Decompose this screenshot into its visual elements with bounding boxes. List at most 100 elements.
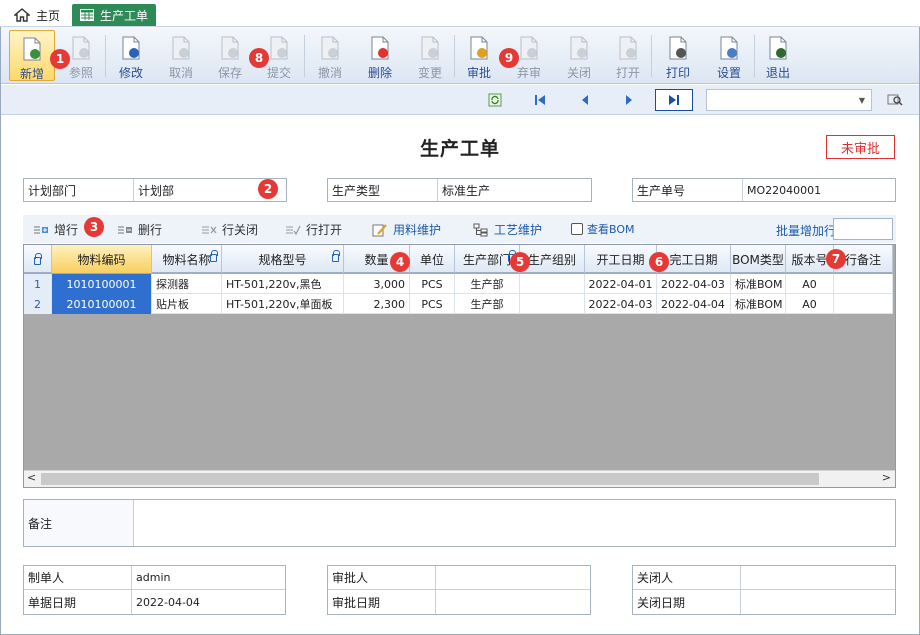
- callout-badge-5: 5: [510, 252, 530, 272]
- cell-qty[interactable]: 3,000: [344, 274, 410, 294]
- record-select[interactable]: ▼: [706, 89, 872, 111]
- cell-code[interactable]: 2010100001: [52, 294, 152, 314]
- cell-unit[interactable]: PCS: [410, 274, 455, 294]
- cell-bom[interactable]: 标准BOM: [731, 274, 786, 294]
- tab-production-order[interactable]: 生产工单: [72, 4, 157, 26]
- order-no-input[interactable]: MO22040001: [743, 179, 895, 201]
- cell-ver[interactable]: A0: [786, 294, 834, 314]
- callout-badge-9: 9: [499, 48, 519, 68]
- cell-start[interactable]: 2022-04-03: [585, 294, 657, 314]
- column-header[interactable]: 物料编码: [52, 245, 152, 273]
- row-number[interactable]: 2: [24, 294, 52, 314]
- add-row-button[interactable]: 增行: [33, 221, 78, 238]
- grid-corner-lock[interactable]: [24, 245, 52, 273]
- toolbar-button-open-doc[interactable]: 打开: [605, 30, 651, 81]
- approve-date-value: [436, 590, 590, 614]
- checkbox-box[interactable]: [571, 223, 583, 235]
- column-header[interactable]: BOM类型: [731, 245, 786, 273]
- tab-home[interactable]: 主页: [6, 4, 68, 26]
- cell-bom[interactable]: 标准BOM: [731, 294, 786, 314]
- material-maint-button[interactable]: 用料维护: [372, 221, 441, 238]
- cell-note[interactable]: [834, 274, 893, 294]
- closer-value: [741, 566, 895, 589]
- plan-dept-field: 计划部门 计划部: [23, 178, 287, 202]
- toolbar-separator: [754, 35, 755, 77]
- next-record-button[interactable]: [619, 90, 639, 110]
- material-maint-label: 用料维护: [393, 223, 442, 237]
- toolbar-button-new-doc[interactable]: 新增: [9, 30, 55, 81]
- view-bom-checkbox[interactable]: 查看BOM: [571, 221, 635, 237]
- toolbar-button-revoke[interactable]: 撤消: [307, 30, 353, 81]
- toolbar-button-delete[interactable]: 删除: [357, 30, 403, 81]
- open-row-button[interactable]: 行打开: [285, 221, 342, 238]
- close-row-button[interactable]: 行关闭: [201, 221, 258, 238]
- scroll-right-icon[interactable]: >: [882, 471, 891, 484]
- search-button[interactable]: [885, 90, 905, 110]
- toolbar-button-edit[interactable]: 修改: [108, 30, 154, 81]
- cell-end[interactable]: 2022-04-04: [657, 294, 731, 314]
- last-icon: [669, 95, 679, 105]
- column-header[interactable]: 物料名称: [152, 245, 222, 273]
- tab-production-order-label: 生产工单: [100, 8, 149, 23]
- column-header[interactable]: 单位: [410, 245, 455, 273]
- cell-group[interactable]: [520, 294, 585, 314]
- column-header-label: 生产部门: [462, 252, 511, 267]
- column-header[interactable]: 规格型号: [222, 245, 344, 273]
- creator-label: 制单人: [24, 566, 132, 589]
- toolbar-button-approve[interactable]: 审批: [456, 30, 502, 81]
- detail-grid: 物料编码 物料名称 规格型号 数量 单位 生产部门 生产组别 开工日期 完工日期 BOM类型 版本号…: [23, 244, 896, 488]
- column-header-label: 生产组别: [527, 252, 576, 267]
- cell-start[interactable]: 2022-04-01: [585, 274, 657, 294]
- remark-input[interactable]: [134, 500, 895, 546]
- cell-unit[interactable]: PCS: [410, 294, 455, 314]
- open-doc-icon: [616, 35, 640, 61]
- cell-dept[interactable]: 生产部: [455, 274, 520, 294]
- batch-add-input[interactable]: [833, 218, 893, 240]
- toolbar-button-save[interactable]: 保存: [207, 30, 253, 81]
- cell-qty[interactable]: 2,300: [344, 294, 410, 314]
- last-record-button[interactable]: [655, 89, 693, 111]
- cell-spec[interactable]: HT-501,220v,单面板: [222, 294, 344, 314]
- table-row[interactable]: 1 1010100001 探测器 HT-501,220v,黑色 3,000 PCS 生产部 2…: [24, 274, 893, 294]
- toolbar-button-settings[interactable]: 设置: [706, 30, 752, 81]
- cell-group[interactable]: [520, 274, 585, 294]
- delete-row-button[interactable]: 删行: [117, 221, 162, 238]
- callout-badge-2: 2: [258, 179, 278, 199]
- scroll-thumb[interactable]: [41, 473, 819, 485]
- toolbar-button-close-doc[interactable]: 关闭: [556, 30, 602, 81]
- cell-spec[interactable]: HT-501,220v,黑色: [222, 274, 344, 294]
- remark-label: 备注: [24, 500, 134, 546]
- toolbar-button-undo[interactable]: 取消: [158, 30, 204, 81]
- open-row-icon: [286, 225, 301, 235]
- cell-ver[interactable]: A0: [786, 274, 834, 294]
- creator-value: admin: [136, 571, 171, 584]
- closer-block: 关闭人 关闭日期: [632, 565, 896, 615]
- cell-name[interactable]: 贴片板: [152, 294, 222, 314]
- prev-record-button[interactable]: [575, 90, 595, 110]
- refresh-button[interactable]: [485, 90, 505, 110]
- column-header-label: 版本号: [791, 252, 828, 267]
- close-date-value: [741, 590, 895, 614]
- process-maint-button[interactable]: 工艺维护: [473, 221, 542, 238]
- date-value[interactable]: 2022-04-04: [132, 590, 285, 614]
- column-header[interactable]: 开工日期: [585, 245, 657, 273]
- horizontal-scrollbar[interactable]: < >: [24, 470, 895, 487]
- column-header-label: 开工日期: [596, 252, 645, 267]
- toolbar: 新增 参照 修改 取消 保存 提交 撤消 删除 变更 审批 弃审 关闭 打开 打印 设置 退出: [1, 27, 919, 84]
- prod-type-input[interactable]: 标准生产: [438, 179, 591, 201]
- row-number[interactable]: 1: [24, 274, 52, 294]
- order-no-label: 生产单号: [633, 179, 743, 201]
- scroll-left-icon[interactable]: <: [27, 471, 36, 484]
- toolbar-button-change[interactable]: 变更: [407, 30, 453, 81]
- tree-icon: [473, 223, 488, 236]
- first-record-button[interactable]: [530, 90, 550, 110]
- table-row[interactable]: 2 2010100001 贴片板 HT-501,220v,单面板 2,300 PCS 生产部…: [24, 294, 893, 314]
- cell-name[interactable]: 探测器: [152, 274, 222, 294]
- toolbar-button-exit[interactable]: 退出: [755, 30, 801, 81]
- cell-note[interactable]: [834, 294, 893, 314]
- revoke-icon: [318, 35, 342, 61]
- toolbar-button-print[interactable]: 打印: [655, 30, 701, 81]
- cell-code[interactable]: 1010100001: [52, 274, 152, 294]
- cell-dept[interactable]: 生产部: [455, 294, 520, 314]
- cell-end[interactable]: 2022-04-03: [657, 274, 731, 294]
